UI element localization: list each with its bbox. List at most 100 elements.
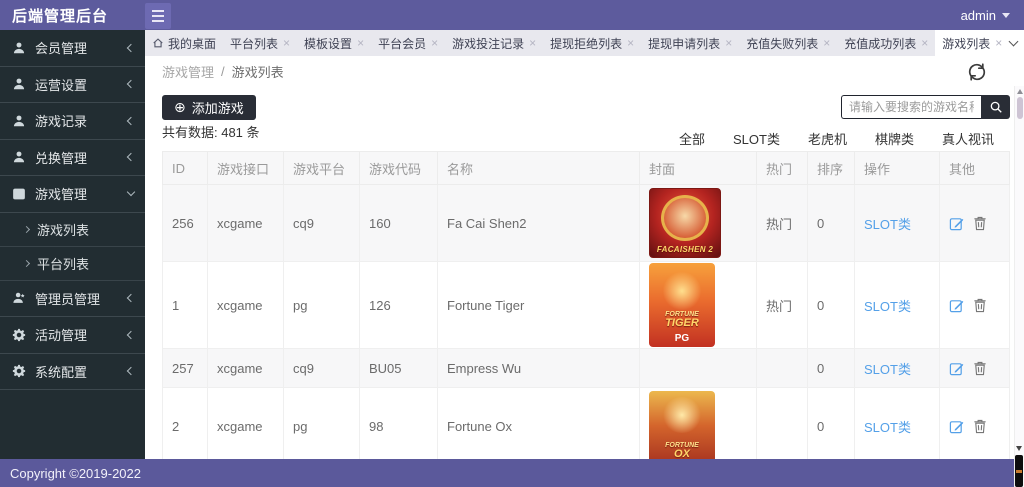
- chevron-left-icon: [127, 80, 135, 88]
- sidebar-item-operations[interactable]: 运营设置: [0, 67, 145, 104]
- trash-icon[interactable]: [973, 419, 987, 434]
- tab-withdraw-rejected[interactable]: 提现拒绝列表×: [543, 30, 641, 56]
- gear-icon: [11, 364, 26, 379]
- chevron-down-icon: [1008, 37, 1018, 47]
- trash-icon[interactable]: [973, 298, 987, 313]
- scroll-tick: [1016, 470, 1022, 473]
- pg-logo: PG: [675, 332, 689, 347]
- home-icon: [152, 37, 164, 49]
- person-badge-icon: [11, 291, 26, 306]
- sidebar-subitem-game-list[interactable]: 游戏列表: [0, 213, 145, 247]
- hamburger-icon: [152, 10, 164, 12]
- close-icon[interactable]: ×: [725, 37, 732, 49]
- sidebar-item-system-config[interactable]: 系统配置: [0, 354, 145, 391]
- tab-game-list-active[interactable]: 游戏列表×: [935, 30, 1009, 56]
- close-icon[interactable]: ×: [283, 37, 290, 49]
- close-icon[interactable]: ×: [823, 37, 830, 49]
- filter-card-games[interactable]: 棋牌类: [875, 129, 914, 148]
- category-link[interactable]: SLOT类: [864, 362, 911, 377]
- person-icon: [11, 40, 26, 55]
- sidebar: 会员管理 运营设置 游戏记录 兑换管理 游戏管理 游戏列表: [0, 30, 145, 459]
- top-bar: 后端管理后台 admin: [0, 0, 1024, 30]
- sidebar-item-game-management[interactable]: 游戏管理: [0, 176, 145, 213]
- game-cover-image[interactable]: FORTUNE OX: [649, 391, 715, 463]
- col-header-name: 名称: [438, 152, 640, 185]
- chevron-left-icon: [127, 331, 135, 339]
- caret-down-icon: [1002, 13, 1010, 18]
- user-menu[interactable]: admin: [961, 8, 1010, 23]
- arrow-right-icon: [23, 225, 30, 232]
- total-count-text: 共有数据: 481 条: [162, 122, 260, 141]
- tab-platform-list[interactable]: 平台列表×: [223, 30, 297, 56]
- edit-icon[interactable]: [949, 419, 964, 434]
- tab-platform-members[interactable]: 平台会员×: [371, 30, 445, 56]
- col-header-api: 游戏接口: [208, 152, 284, 185]
- search-button[interactable]: [981, 95, 1010, 119]
- edit-icon[interactable]: [949, 298, 964, 313]
- col-header-other: 其他: [940, 152, 1010, 185]
- sidebar-item-members[interactable]: 会员管理: [0, 30, 145, 67]
- tab-withdraw-requests[interactable]: 提现申请列表×: [641, 30, 739, 56]
- filter-slot-machine[interactable]: 老虎机: [808, 129, 847, 148]
- close-icon[interactable]: ×: [921, 37, 928, 49]
- trash-icon[interactable]: [973, 216, 987, 231]
- filter-all[interactable]: 全部: [679, 129, 705, 148]
- category-link[interactable]: SLOT类: [864, 217, 911, 232]
- close-icon[interactable]: ×: [431, 37, 438, 49]
- category-link[interactable]: SLOT类: [864, 420, 911, 435]
- search-input[interactable]: [841, 95, 981, 119]
- category-link[interactable]: SLOT类: [864, 299, 911, 314]
- chevron-left-icon: [127, 44, 135, 52]
- category-filters: 全部 SLOT类 老虎机 棋牌类 真人视讯: [679, 129, 994, 148]
- table-row: 1 xcgame pg 126 Fortune Tiger FORTUNE TI…: [163, 262, 1010, 349]
- breadcrumb-section[interactable]: 游戏管理: [162, 62, 214, 81]
- close-icon[interactable]: ×: [529, 37, 536, 49]
- col-header-platform: 游戏平台: [284, 152, 360, 185]
- scroll-up-arrow-icon[interactable]: [1017, 89, 1023, 94]
- tab-overflow-button[interactable]: [1002, 30, 1024, 56]
- game-cover-image[interactable]: FACAISHEN 2: [649, 188, 721, 258]
- edit-icon[interactable]: [949, 216, 964, 231]
- table-row: 257 xcgame cq9 BU05 Empress Wu 0 SLOT类: [163, 349, 1010, 388]
- close-icon[interactable]: ×: [357, 37, 364, 49]
- col-header-hot: 热门: [757, 152, 808, 185]
- table-row: 2 xcgame pg 98 Fortune Ox FORTUNE OX: [163, 388, 1010, 466]
- tab-recharge-failed[interactable]: 充值失败列表×: [739, 30, 837, 56]
- close-icon[interactable]: ×: [627, 37, 634, 49]
- tab-recharge-success[interactable]: 充值成功列表×: [837, 30, 935, 56]
- tab-template-settings[interactable]: 模板设置×: [297, 30, 371, 56]
- copyright-text: Copyright ©2019-2022: [10, 466, 141, 481]
- scroll-down-arrow-icon[interactable]: [1016, 446, 1022, 451]
- bottom-right-scroll-widget[interactable]: [1015, 455, 1023, 487]
- empty-cover-cell: [640, 349, 757, 388]
- scrollbar-thumb[interactable]: [1017, 97, 1023, 119]
- sidebar-item-admin-management[interactable]: 管理员管理: [0, 281, 145, 318]
- col-header-code: 游戏代码: [360, 152, 438, 185]
- tab-my-desktop[interactable]: 我的桌面: [145, 30, 223, 56]
- breadcrumb: 游戏管理 / 游戏列表: [145, 56, 1024, 87]
- filter-live-casino[interactable]: 真人视讯: [942, 129, 994, 148]
- filter-slot[interactable]: SLOT类: [733, 129, 780, 148]
- sidebar-toggle-button[interactable]: [145, 3, 171, 29]
- add-game-button[interactable]: ⊕ 添加游戏: [162, 95, 256, 120]
- refresh-button[interactable]: [966, 61, 988, 83]
- chevron-down-icon: [127, 188, 135, 196]
- tab-bet-records[interactable]: 游戏投注记录×: [445, 30, 543, 56]
- col-header-cover: 封面: [640, 152, 757, 185]
- vertical-scrollbar[interactable]: [1014, 86, 1024, 487]
- footer: Copyright ©2019-2022: [0, 459, 1024, 487]
- sidebar-item-exchange[interactable]: 兑换管理: [0, 140, 145, 177]
- trash-icon[interactable]: [973, 361, 987, 376]
- sidebar-item-game-records[interactable]: 游戏记录: [0, 103, 145, 140]
- sidebar-item-activity-management[interactable]: 活动管理: [0, 317, 145, 354]
- chevron-left-icon: [127, 153, 135, 161]
- games-table: ID 游戏接口 游戏平台 游戏代码 名称 封面 热门 排序 操作 其他 256: [162, 151, 1010, 466]
- tab-bar: 我的桌面 平台列表× 模板设置× 平台会员× 游戏投注记录× 提现拒绝列表× 提…: [145, 30, 1024, 56]
- edit-icon[interactable]: [949, 361, 964, 376]
- sidebar-subitem-platform-list[interactable]: 平台列表: [0, 247, 145, 281]
- table-header-row: ID 游戏接口 游戏平台 游戏代码 名称 封面 热门 排序 操作 其他: [163, 152, 1010, 185]
- col-header-sort: 排序: [808, 152, 855, 185]
- game-cover-image[interactable]: FORTUNE TIGER PG: [649, 263, 715, 347]
- person-icon: [11, 113, 26, 128]
- person-icon: [11, 77, 26, 92]
